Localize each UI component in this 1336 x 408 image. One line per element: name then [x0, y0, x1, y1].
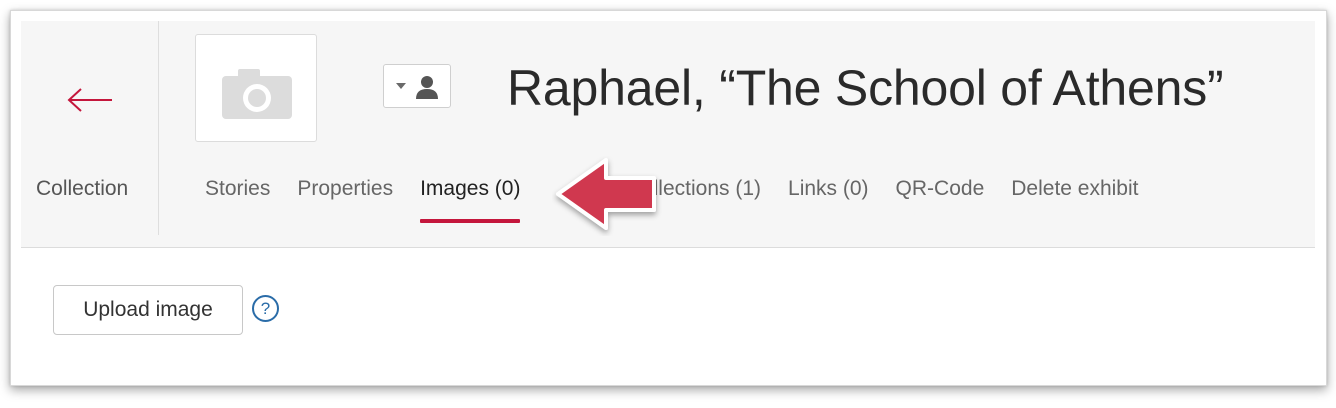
exhibit-panel: Collection Raphael, “The School of Athen…	[10, 10, 1327, 386]
tab-stories[interactable]: Stories	[205, 177, 270, 217]
upload-image-button[interactable]: Upload image	[53, 285, 243, 335]
exhibit-header: Collection Raphael, “The School of Athen…	[21, 21, 1315, 248]
caret-down-icon	[396, 83, 406, 89]
person-icon	[416, 76, 438, 99]
camera-icon	[222, 69, 292, 119]
help-icon[interactable]: ?	[252, 295, 279, 322]
back-arrow-icon[interactable]	[66, 86, 114, 114]
tab-delete-exhibit[interactable]: Delete exhibit	[1011, 177, 1138, 217]
tab-properties[interactable]: Properties	[297, 177, 393, 217]
tab-qr-code[interactable]: QR-Code	[896, 177, 985, 217]
owner-dropdown-button[interactable]	[383, 64, 451, 108]
exhibit-title: Raphael, “The School of Athens”	[507, 60, 1224, 116]
tab-images[interactable]: Images (0)	[420, 177, 521, 223]
back-to-collection-link[interactable]: Collection	[36, 177, 128, 201]
exhibit-tabs: Stories Properties Images (0) collection…	[205, 177, 1166, 223]
exhibit-photo-placeholder[interactable]	[195, 34, 317, 142]
tab-links[interactable]: Links (0)	[788, 177, 869, 217]
back-navigation: Collection	[21, 21, 159, 235]
callout-arrow-icon	[556, 158, 656, 230]
